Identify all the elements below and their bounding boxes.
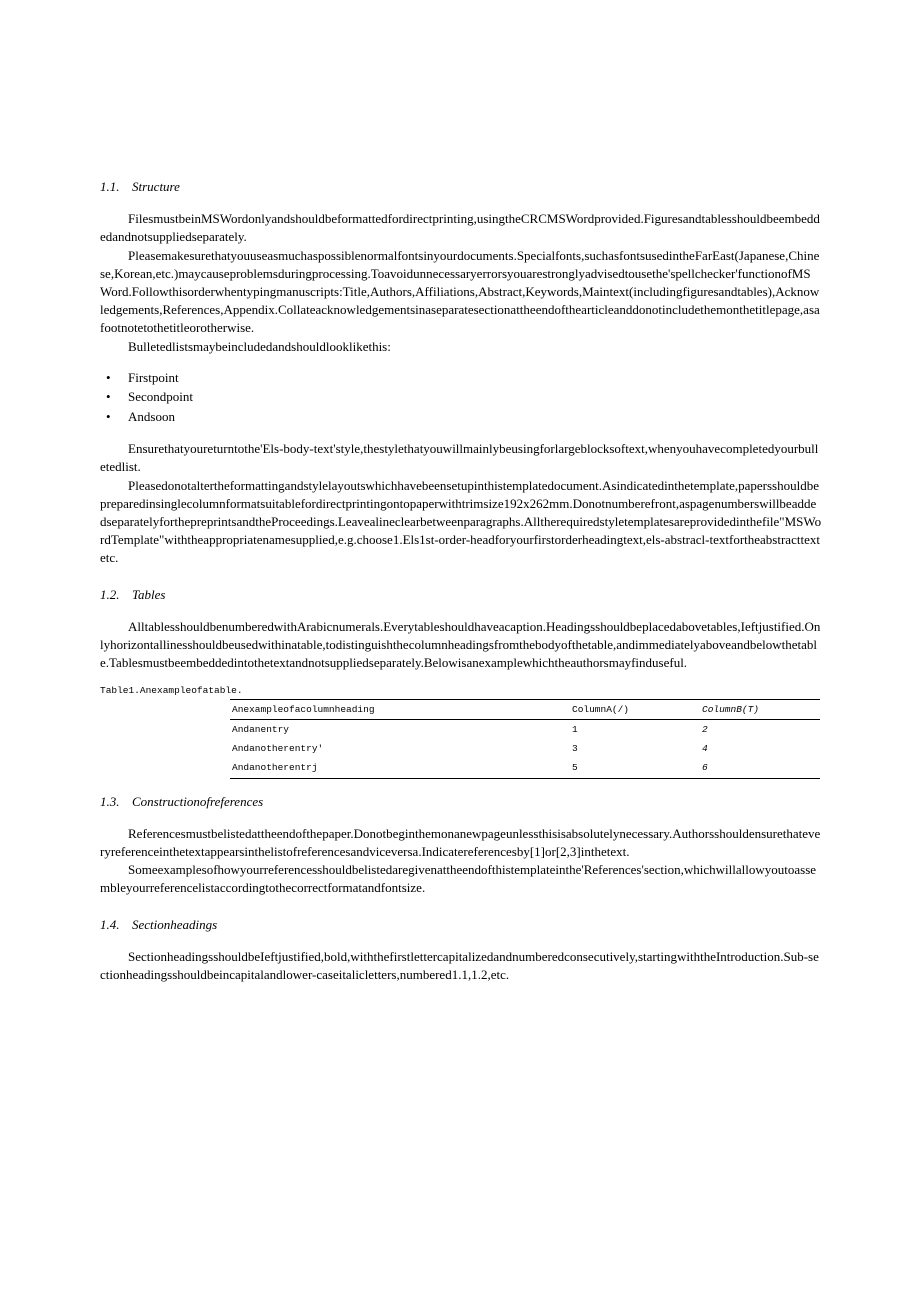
table-header: Anexampleofacolumnheading (230, 699, 570, 719)
heading-section-headings: 1.4.Sectionheadings (100, 916, 822, 934)
bullet-list: Firstpoint Secondpoint Andsoon (100, 368, 822, 427)
table-caption: Table1.Anexampleofatable. (100, 684, 822, 697)
body-text: Ensurethatyoureturntothe'Els-body-text's… (100, 440, 822, 476)
table-cell: Andanentry (230, 719, 570, 739)
heading-title: Structure (132, 179, 180, 194)
heading-num: 1.2. (100, 586, 132, 604)
heading-num: 1.4. (100, 916, 132, 934)
table-cell: 6 (700, 758, 820, 778)
body-text: Someexamplesofhowyourreferencesshouldbel… (100, 861, 822, 897)
body-text: Referencesmustbelistedattheendofthepaper… (100, 825, 822, 861)
heading-title: Sectionheadings (132, 917, 217, 932)
heading-num: 1.3. (100, 793, 132, 811)
table-cell: 1 (570, 719, 700, 739)
heading-tables: 1.2.Tables (100, 586, 822, 604)
table-header: ColumnA(/) (570, 699, 700, 719)
table-cell: 2 (700, 719, 820, 739)
table-row: Andanotherentry' 3 4 (230, 739, 820, 758)
table-cell: 4 (700, 739, 820, 758)
list-item: Andsoon (100, 407, 822, 427)
body-text: FilesmustbeinMSWordonlyandshouldbeformat… (100, 210, 822, 246)
table-cell: Andanotherentrj (230, 758, 570, 778)
table-header-row: Anexampleofacolumnheading ColumnA(/) Col… (230, 699, 820, 719)
body-text: Pleasedonotaltertheformattingandstylelay… (100, 477, 822, 568)
table-cell: Andanotherentry' (230, 739, 570, 758)
table-row: Andanentry 1 2 (230, 719, 820, 739)
body-text: AlltablesshouldbenumberedwithArabicnumer… (100, 618, 822, 673)
heading-title: Constructionofreferences (132, 794, 263, 809)
heading-num: 1.1. (100, 178, 132, 196)
body-text: Pleasemakesurethatyouuseasmuchaspossible… (100, 247, 822, 338)
body-text: Bulletedlistsmaybeincludedandshouldlookl… (100, 338, 822, 356)
list-item: Firstpoint (100, 368, 822, 388)
table-header: ColumnB(T) (700, 699, 820, 719)
table-cell: 5 (570, 758, 700, 778)
table-row: Andanotherentrj 5 6 (230, 758, 820, 778)
list-item: Secondpoint (100, 387, 822, 407)
heading-references: 1.3.Constructionofreferences (100, 793, 822, 811)
body-text: SectionheadingsshouldbeIeftjustified,bol… (100, 948, 822, 984)
table-cell: 3 (570, 739, 700, 758)
heading-title: Tables (132, 587, 165, 602)
example-table: Anexampleofacolumnheading ColumnA(/) Col… (230, 699, 820, 779)
heading-structure: 1.1.Structure (100, 178, 822, 196)
